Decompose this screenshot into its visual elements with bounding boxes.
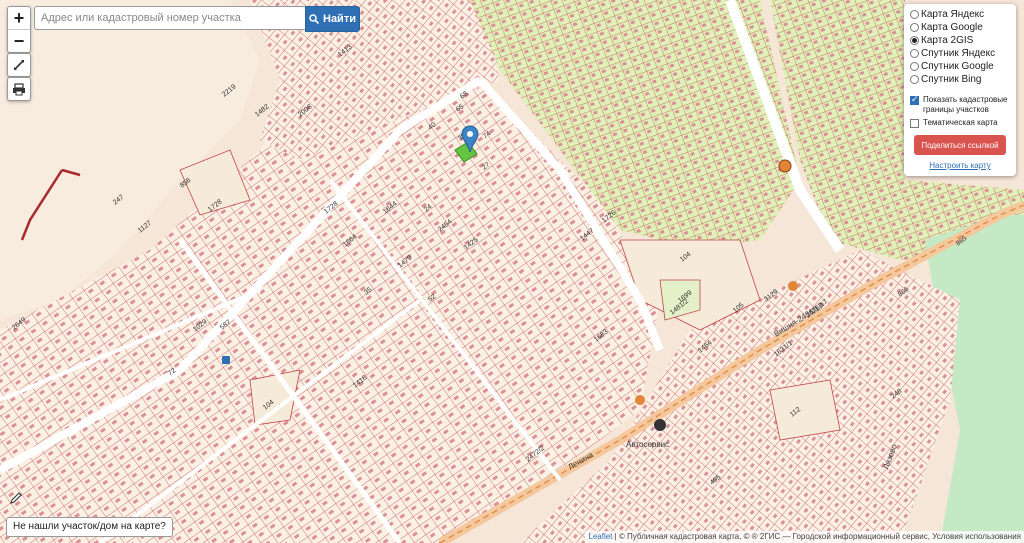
zoom-out-button[interactable]: −	[8, 29, 30, 52]
share-link-button[interactable]: Поделиться ссылкой	[914, 135, 1006, 155]
layer-switcher: Карта Яндекс Карта Google Карта 2GIS Спу…	[904, 4, 1016, 176]
bus-stop-icon[interactable]	[222, 356, 230, 364]
search-icon	[309, 14, 319, 24]
pencil-icon	[10, 492, 22, 504]
show-borders-label: Показать кадастровые границы участков	[923, 95, 1007, 115]
poi-icon[interactable]	[635, 395, 645, 405]
configure-map-link[interactable]: Настроить карту	[904, 161, 1016, 170]
layer-label: Карта Яндекс	[921, 9, 985, 20]
fuel-station-icon[interactable]	[654, 419, 666, 431]
search-button[interactable]: Найти	[305, 6, 360, 32]
cadastral-map[interactable]: 1413 856 247 1127 2219 1482 2008 2649 104 1699 148…	[0, 0, 1024, 543]
search-input[interactable]	[34, 6, 305, 30]
layer-option-bing-satellite[interactable]: Спутник Bing	[910, 74, 982, 85]
thematic-map-label: Тематическая карта	[923, 118, 998, 127]
edit-button[interactable]	[6, 488, 26, 508]
layer-option-google-map[interactable]: Карта Google	[910, 22, 983, 33]
layer-option-google-satellite[interactable]: Спутник Google	[910, 61, 994, 72]
poi-icon[interactable]	[778, 159, 792, 173]
place-name-label: Автосервис	[626, 440, 669, 449]
show-borders-toggle[interactable]: Показать кадастровые границы участков	[910, 94, 1007, 115]
show-borders-label-line2: границы участков	[923, 105, 989, 114]
parcel-112	[769, 379, 841, 441]
radio-button[interactable]	[910, 23, 919, 32]
radio-button[interactable]	[910, 10, 919, 19]
print-button[interactable]	[7, 77, 31, 101]
zoom-control: + −	[7, 6, 31, 53]
attribution-text: | © Публичная кадастровая карта, © ® 2ГИ…	[614, 532, 1021, 541]
not-found-button[interactable]: Не нашли участок/дом на карте?	[6, 517, 173, 537]
show-borders-label-line1: Показать кадастровые	[923, 95, 1008, 104]
zoom-in-button[interactable]: +	[8, 7, 30, 29]
layer-label: Спутник Яндекс	[921, 48, 996, 59]
layer-label: Спутник Bing	[921, 74, 982, 85]
leaflet-link[interactable]: Leaflet	[588, 532, 612, 541]
radio-button-selected[interactable]	[910, 36, 919, 45]
checkbox-checked[interactable]	[910, 94, 919, 105]
poi-icon[interactable]	[788, 281, 798, 291]
radio-button[interactable]	[910, 62, 919, 71]
layer-option-yandex-satellite[interactable]: Спутник Яндекс	[910, 48, 995, 59]
layer-option-2gis-map[interactable]: Карта 2GIS	[910, 35, 973, 46]
search-button-label: Найти	[323, 13, 356, 25]
radio-button[interactable]	[910, 75, 919, 84]
thematic-map-toggle[interactable]: Тематическая карта	[910, 118, 998, 128]
measure-button[interactable]	[7, 53, 31, 77]
search-bar: Найти	[34, 6, 360, 32]
printer-icon	[13, 83, 25, 96]
ruler-icon	[14, 60, 24, 70]
layer-label: Спутник Google	[921, 61, 994, 72]
layer-label: Карта 2GIS	[921, 35, 974, 46]
layer-option-yandex-map[interactable]: Карта Яндекс	[910, 9, 984, 20]
attribution: Leaflet | © Публичная кадастровая карта,…	[585, 531, 1024, 543]
layer-label: Карта Google	[921, 22, 983, 33]
checkbox[interactable]	[910, 119, 919, 128]
radio-button[interactable]	[910, 49, 919, 58]
map-canvas[interactable]: 1413856247112722191482 200826491041699148…	[0, 0, 1024, 543]
